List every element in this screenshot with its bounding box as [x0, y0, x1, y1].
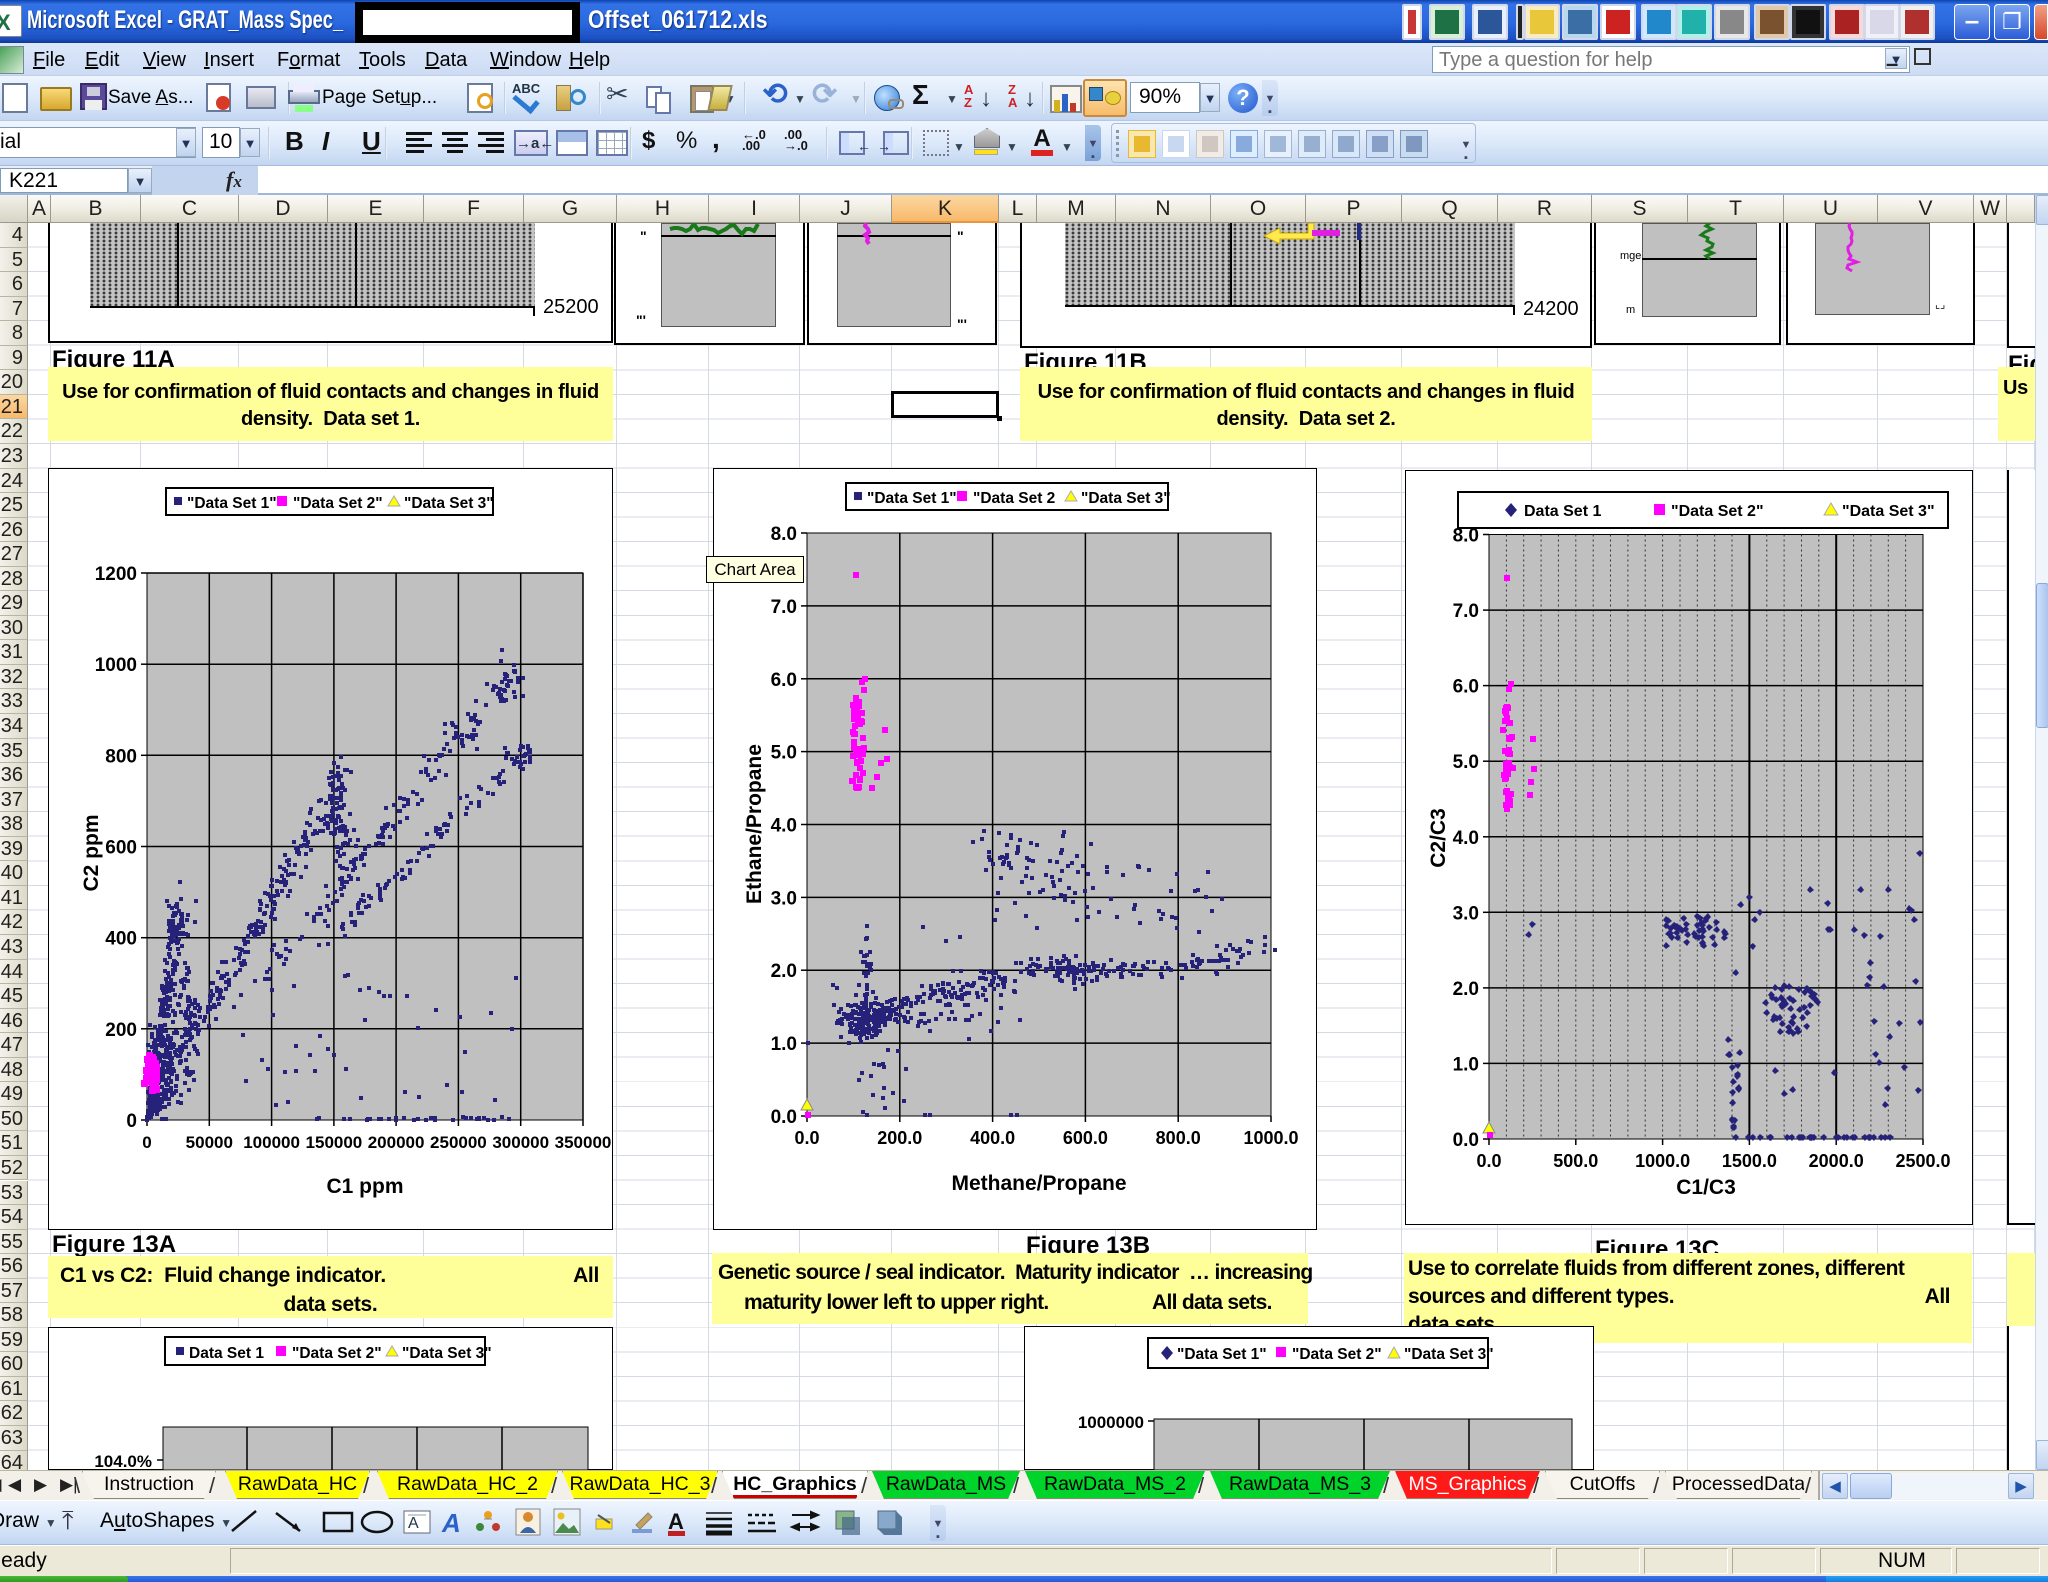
svg-text:0.0: 0.0: [1453, 1130, 1479, 1151]
svg-text:500.0: 500.0: [1553, 1151, 1598, 1171]
svg-text:150000: 150000: [306, 1133, 363, 1152]
svg-text:C2 ppm: C2 ppm: [80, 814, 103, 891]
svg-text:A: A: [408, 1515, 419, 1532]
svg-text:300000: 300000: [492, 1133, 549, 1152]
svg-text:"Data Set 1": "Data Set 1": [1177, 1346, 1267, 1363]
svg-text:2.0: 2.0: [1453, 979, 1479, 1000]
svg-text:0: 0: [126, 1111, 137, 1132]
svg-text:C1/C3: C1/C3: [1676, 1176, 1736, 1199]
svg-text:2.0: 2.0: [771, 961, 797, 982]
svg-text:A: A: [668, 1509, 684, 1534]
svg-text:5.0: 5.0: [771, 743, 797, 764]
svg-text:1000000: 1000000: [1078, 1413, 1144, 1432]
svg-text:4.0: 4.0: [771, 816, 797, 837]
svg-text:200: 200: [105, 1020, 137, 1041]
svg-text:"Data Set 2": "Data Set 2": [1671, 503, 1764, 520]
svg-text:Methane/Propane: Methane/Propane: [951, 1172, 1126, 1195]
svg-text:400: 400: [105, 929, 137, 950]
svg-text:7.0: 7.0: [1453, 601, 1479, 622]
svg-text:"Data Set 2": "Data Set 2": [293, 495, 383, 512]
svg-text:"Data Set 1": "Data Set 1": [867, 490, 957, 507]
svg-text:0: 0: [142, 1133, 151, 1152]
svg-text:1.0: 1.0: [771, 1034, 797, 1055]
svg-text:6.0: 6.0: [1453, 677, 1479, 698]
svg-text:350000: 350000: [555, 1133, 612, 1152]
svg-text:"Data Set 2": "Data Set 2": [1292, 1346, 1382, 1363]
svg-text:"Data Set 3": "Data Set 3": [404, 495, 494, 512]
svg-text:600.0: 600.0: [1063, 1128, 1108, 1148]
svg-text:3.0: 3.0: [1453, 903, 1479, 924]
svg-text:800: 800: [105, 746, 137, 767]
svg-text:1000.0: 1000.0: [1635, 1151, 1690, 1171]
svg-text:Data Set 1: Data Set 1: [1524, 503, 1601, 520]
svg-text:800.0: 800.0: [1156, 1128, 1201, 1148]
svg-text:400.0: 400.0: [970, 1128, 1015, 1148]
svg-text:"Data Set 3": "Data Set 3": [1404, 1346, 1494, 1363]
svg-text:7.0: 7.0: [771, 597, 797, 618]
svg-text:0.0: 0.0: [1476, 1151, 1501, 1171]
svg-text:8.0: 8.0: [771, 524, 797, 545]
svg-text:1000: 1000: [95, 655, 137, 676]
svg-text:"Data Set 1": "Data Set 1": [187, 495, 277, 512]
svg-text:1200: 1200: [95, 564, 137, 585]
svg-text:A: A: [441, 1508, 461, 1538]
svg-text:"Data Set 3": "Data Set 3": [1842, 503, 1935, 520]
svg-text:4.0: 4.0: [1453, 828, 1479, 849]
svg-text:1000.0: 1000.0: [1243, 1128, 1298, 1148]
svg-text:1500.0: 1500.0: [1722, 1151, 1777, 1171]
svg-text:"Data Set 3": "Data Set 3": [402, 1345, 492, 1362]
svg-text:104.0%: 104.0%: [94, 1452, 152, 1470]
svg-text:C1 ppm: C1 ppm: [326, 1175, 403, 1198]
svg-text:Ethane/Propane: Ethane/Propane: [743, 744, 766, 904]
svg-text:"Data Set 2: "Data Set 2: [973, 490, 1055, 507]
svg-text:200.0: 200.0: [877, 1128, 922, 1148]
svg-text:200000: 200000: [368, 1133, 425, 1152]
svg-text:Data Set 1: Data Set 1: [189, 1345, 264, 1362]
svg-text:3.0: 3.0: [771, 888, 797, 909]
svg-text:5.0: 5.0: [1453, 752, 1479, 773]
svg-text:250000: 250000: [430, 1133, 487, 1152]
svg-text:0.0: 0.0: [771, 1107, 797, 1128]
svg-text:2000.0: 2000.0: [1809, 1151, 1864, 1171]
svg-text:C2/C3: C2/C3: [1427, 808, 1450, 868]
svg-text:600: 600: [105, 838, 137, 859]
svg-text:"Data Set 2": "Data Set 2": [292, 1345, 382, 1362]
svg-text:2500.0: 2500.0: [1895, 1151, 1950, 1171]
svg-text:50000: 50000: [186, 1133, 233, 1152]
svg-text:6.0: 6.0: [771, 670, 797, 691]
svg-text:100000: 100000: [243, 1133, 300, 1152]
svg-text:0.0: 0.0: [794, 1128, 819, 1148]
svg-text:"Data Set 3": "Data Set 3": [1081, 490, 1171, 507]
svg-text:1.0: 1.0: [1453, 1054, 1479, 1075]
